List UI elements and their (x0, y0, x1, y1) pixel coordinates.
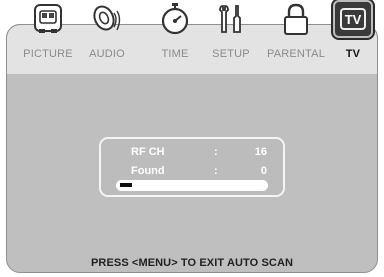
tab-label-audio: AUDIO (89, 48, 125, 60)
tab-label-setup: SETUP (212, 48, 250, 60)
exit-hint: PRESS <MENU> TO EXIT AUTO SCAN (90, 257, 294, 269)
lock-icon (276, 0, 316, 38)
found-row: Found : 0 (131, 165, 271, 179)
tv-icon: TV (333, 0, 373, 38)
rf-ch-value: 16 (254, 146, 267, 158)
tab-time[interactable]: TIME (150, 0, 200, 70)
tools-icon (211, 0, 251, 38)
tab-label-picture: PICTURE (23, 48, 73, 60)
found-separator: : (214, 165, 218, 177)
audio-icon (87, 0, 127, 38)
auto-scan-dialog: RF CH : 16 Found : 0 (99, 137, 285, 197)
tab-tv[interactable]: TV TV (330, 0, 376, 70)
tab-picture[interactable]: PICTURE (18, 0, 78, 70)
rf-ch-label: RF CH (131, 146, 165, 158)
scan-progress-fill (120, 183, 132, 187)
found-value: 0 (260, 165, 267, 177)
rf-ch-separator: : (214, 146, 218, 158)
tv-icon-text: TV (340, 8, 366, 30)
tab-label-time: TIME (161, 48, 189, 60)
scan-progress-bar (116, 180, 268, 191)
tab-parental[interactable]: PARENTAL (260, 0, 332, 70)
tab-label-parental: PARENTAL (266, 48, 326, 60)
tab-setup[interactable]: SETUP (206, 0, 256, 70)
rf-channel-row: RF CH : 16 (131, 146, 271, 160)
found-label: Found (131, 165, 165, 177)
picture-icon (28, 0, 68, 38)
tab-audio[interactable]: AUDIO (82, 0, 132, 70)
timer-icon (155, 0, 195, 38)
tab-label-tv: TV (345, 48, 361, 60)
